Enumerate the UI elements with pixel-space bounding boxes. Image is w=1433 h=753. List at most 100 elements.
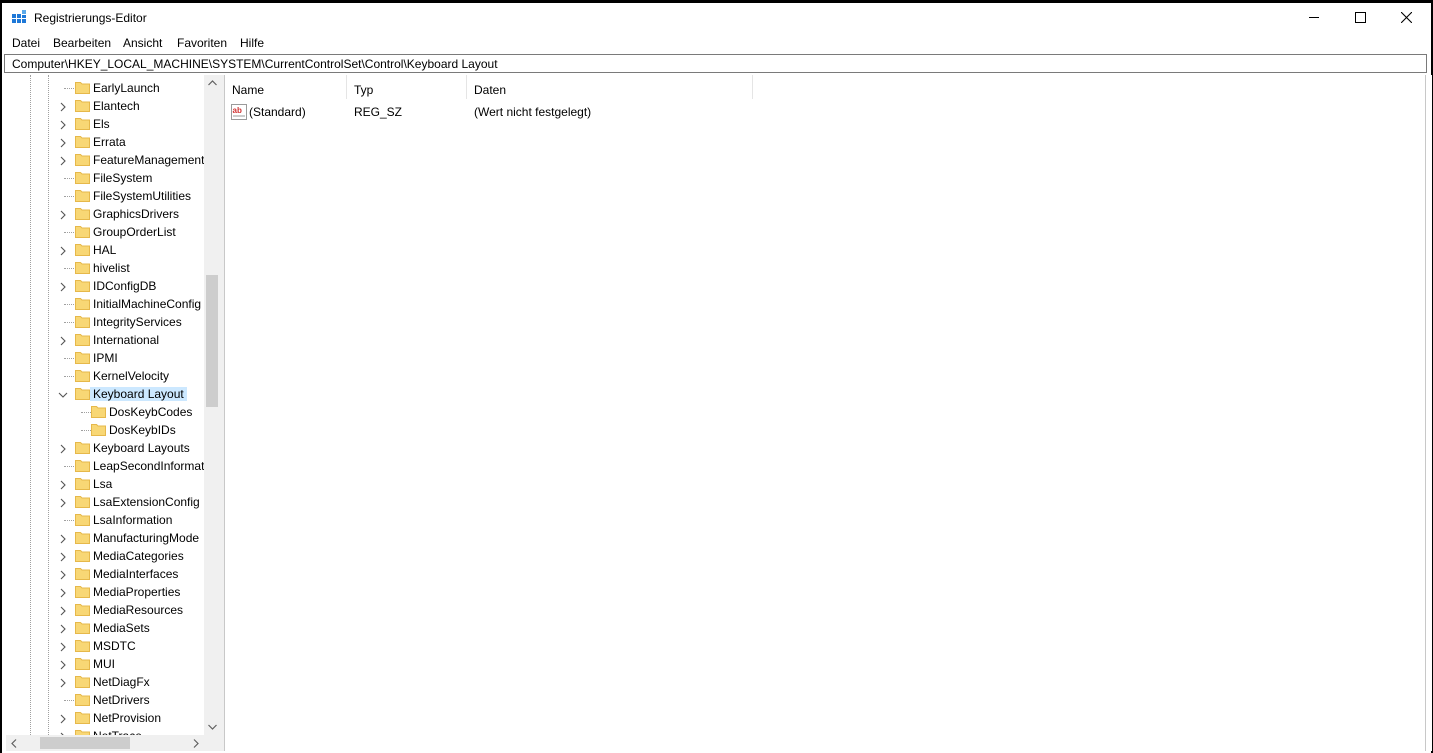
chevron-right-icon[interactable] bbox=[58, 119, 68, 130]
tree-item[interactable]: FileSystemUtilities bbox=[6, 187, 204, 205]
chevron-right-icon[interactable] bbox=[58, 155, 68, 166]
tree-item[interactable]: IntegrityServices bbox=[6, 313, 204, 331]
tree-item[interactable]: Elantech bbox=[6, 97, 204, 115]
tree-item[interactable]: FeatureManagement bbox=[6, 151, 204, 169]
tree-item[interactable]: MediaCategories bbox=[6, 547, 204, 565]
chevron-right-icon[interactable] bbox=[58, 659, 68, 670]
tree-item[interactable]: GraphicsDrivers bbox=[6, 205, 204, 223]
chevron-left-icon bbox=[11, 738, 17, 748]
title-bar[interactable]: Registrierungs-Editor bbox=[2, 3, 1431, 32]
chevron-right-icon[interactable] bbox=[58, 479, 68, 490]
tree-item[interactable]: MediaSets bbox=[6, 619, 204, 637]
scroll-up-button[interactable] bbox=[204, 75, 220, 91]
tree-item[interactable]: LeapSecondInformat bbox=[6, 457, 204, 475]
tree-item[interactable]: Keyboard Layouts bbox=[6, 439, 204, 457]
tree-item[interactable]: MediaResources bbox=[6, 601, 204, 619]
tree-item[interactable]: Keyboard Layout bbox=[6, 385, 204, 403]
values-list-pane[interactable]: Name Typ Daten ab (Standard) REG_SZ (Wer… bbox=[224, 75, 1426, 751]
menu-datei[interactable]: Datei bbox=[12, 36, 40, 50]
chevron-right-icon[interactable] bbox=[58, 137, 68, 148]
chevron-right-icon[interactable] bbox=[58, 443, 68, 454]
tree-item[interactable]: NetProvision bbox=[6, 709, 204, 727]
chevron-right-icon[interactable] bbox=[58, 281, 68, 292]
tree-item[interactable]: ManufacturingMode bbox=[6, 529, 204, 547]
menu-favoriten[interactable]: Favoriten bbox=[177, 36, 227, 50]
chevron-right-icon[interactable] bbox=[58, 587, 68, 598]
value-name[interactable]: (Standard) bbox=[249, 105, 306, 119]
tree-item[interactable]: MediaProperties bbox=[6, 583, 204, 601]
window-right-edge bbox=[1425, 75, 1432, 751]
tree-item[interactable]: NetDiagFx bbox=[6, 673, 204, 691]
tree-item[interactable]: NetTrace bbox=[6, 727, 204, 735]
chevron-right-icon[interactable] bbox=[58, 569, 68, 580]
scroll-down-button[interactable] bbox=[204, 719, 220, 735]
chevron-right-icon[interactable] bbox=[58, 497, 68, 508]
tree-horizontal-scrollbar[interactable] bbox=[6, 735, 204, 751]
tree-item[interactable]: LsaExtensionConfig bbox=[6, 493, 204, 511]
chevron-right-icon[interactable] bbox=[58, 101, 68, 112]
tree-item-label: International bbox=[93, 333, 160, 347]
minimize-button[interactable] bbox=[1291, 3, 1337, 32]
tree-item[interactable]: NetDrivers bbox=[6, 691, 204, 709]
menu-bar: Datei Bearbeiten Ansicht Favoriten Hilfe bbox=[2, 34, 1431, 53]
address-bar[interactable]: Computer\HKEY_LOCAL_MACHINE\SYSTEM\Curre… bbox=[4, 54, 1427, 73]
chevron-right-icon[interactable] bbox=[58, 623, 68, 634]
tree-item[interactable]: Lsa bbox=[6, 475, 204, 493]
menu-bearbeiten[interactable]: Bearbeiten bbox=[53, 36, 111, 50]
chevron-right-icon[interactable] bbox=[58, 209, 68, 220]
chevron-right-icon[interactable] bbox=[58, 533, 68, 544]
folder-icon bbox=[75, 620, 90, 635]
scroll-right-button[interactable] bbox=[188, 735, 204, 751]
close-button[interactable] bbox=[1383, 3, 1429, 32]
value-data[interactable]: (Wert nicht festgelegt) bbox=[474, 105, 591, 119]
menu-ansicht[interactable]: Ansicht bbox=[123, 36, 162, 50]
tree-item[interactable]: IPMI bbox=[6, 349, 204, 367]
folder-icon bbox=[75, 638, 90, 653]
column-separator[interactable] bbox=[752, 75, 753, 99]
tree-item[interactable]: hivelist bbox=[6, 259, 204, 277]
chevron-right-icon[interactable] bbox=[58, 605, 68, 616]
tree-item[interactable]: DosKeybIDs bbox=[6, 421, 204, 439]
folder-icon bbox=[91, 404, 106, 419]
key-tree-pane[interactable]: EarlyLaunch Elantech Els Errata FeatureManag… bbox=[6, 75, 221, 751]
tree-item[interactable]: KernelVelocity bbox=[6, 367, 204, 385]
tree-item[interactable]: Errata bbox=[6, 133, 204, 151]
chevron-right-icon[interactable] bbox=[58, 641, 68, 652]
value-type[interactable]: REG_SZ bbox=[354, 105, 402, 119]
chevron-right-icon[interactable] bbox=[58, 335, 68, 346]
tree-item[interactable]: DosKeybCodes bbox=[6, 403, 204, 421]
tree-item[interactable]: Els bbox=[6, 115, 204, 133]
chevron-right-icon[interactable] bbox=[58, 245, 68, 256]
tree-item[interactable]: MUI bbox=[6, 655, 204, 673]
menu-hilfe[interactable]: Hilfe bbox=[240, 36, 264, 50]
folder-icon bbox=[75, 170, 90, 185]
tree-connector bbox=[64, 304, 74, 305]
tree-vertical-scroll-thumb[interactable] bbox=[206, 275, 218, 407]
tree-item[interactable]: MediaInterfaces bbox=[6, 565, 204, 583]
minimize-icon bbox=[1308, 17, 1319, 18]
chevron-right-icon[interactable] bbox=[58, 551, 68, 562]
scroll-left-button[interactable] bbox=[6, 735, 22, 751]
chevron-right-icon[interactable] bbox=[58, 713, 68, 724]
tree-vertical-scrollbar[interactable] bbox=[204, 75, 220, 735]
column-header-typ[interactable]: Typ bbox=[347, 75, 467, 99]
folder-icon bbox=[75, 710, 90, 725]
tree-item[interactable]: IDConfigDB bbox=[6, 277, 204, 295]
maximize-button[interactable] bbox=[1337, 3, 1383, 32]
tree-item-label: LsaInformation bbox=[93, 513, 173, 527]
tree-item[interactable]: EarlyLaunch bbox=[6, 79, 204, 97]
tree-item-label: NetProvision bbox=[93, 711, 162, 725]
tree-item[interactable]: International bbox=[6, 331, 204, 349]
tree-item[interactable]: MSDTC bbox=[6, 637, 204, 655]
tree-item[interactable]: FileSystem bbox=[6, 169, 204, 187]
tree-item[interactable]: HAL bbox=[6, 241, 204, 259]
chevron-down-icon[interactable] bbox=[58, 389, 68, 399]
tree-item[interactable]: LsaInformation bbox=[6, 511, 204, 529]
tree-horizontal-scroll-thumb[interactable] bbox=[40, 737, 130, 749]
tree-item[interactable]: GroupOrderList bbox=[6, 223, 204, 241]
chevron-right-icon[interactable] bbox=[58, 677, 68, 688]
column-header-daten[interactable]: Daten bbox=[467, 75, 752, 99]
tree-item[interactable]: InitialMachineConfig bbox=[6, 295, 204, 313]
column-header-name[interactable]: Name bbox=[225, 75, 347, 99]
folder-icon bbox=[75, 224, 90, 239]
